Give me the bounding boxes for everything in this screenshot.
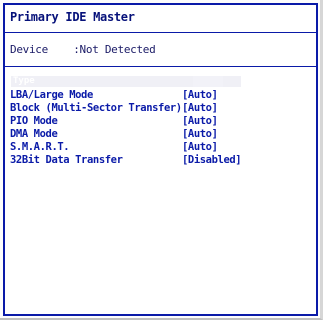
device-value: :Not Detected xyxy=(73,43,156,56)
value-lba-large-mode[interactable]: [Auto] xyxy=(182,89,218,101)
option-dma-mode[interactable]: DMA Mode xyxy=(10,128,58,140)
value-smart[interactable]: [Auto] xyxy=(182,141,218,153)
panel-title: Primary IDE Master xyxy=(10,10,135,24)
bios-window: Primary IDE Master Device :Not Detected … xyxy=(0,0,323,320)
title-divider xyxy=(5,32,316,33)
option-block-transfer[interactable]: Block (Multi-Sector Transfer) xyxy=(10,102,182,114)
option-32bit-transfer[interactable]: 32Bit Data Transfer xyxy=(10,154,123,166)
selected-option-type[interactable]: Type xyxy=(11,76,241,87)
value-dma-mode[interactable]: [Auto] xyxy=(182,128,218,140)
ide-master-panel: Primary IDE Master Device :Not Detected … xyxy=(3,3,318,316)
device-status: Device :Not Detected xyxy=(10,43,156,56)
device-label: Device xyxy=(10,43,48,56)
value-32bit-transfer[interactable]: [Disabled] xyxy=(182,154,242,166)
selected-option-value xyxy=(193,76,223,87)
value-block-transfer[interactable]: [Auto] xyxy=(182,102,218,114)
option-pio-mode[interactable]: PIO Mode xyxy=(10,115,58,127)
device-divider xyxy=(5,66,316,67)
option-lba-large-mode[interactable]: LBA/Large Mode xyxy=(10,89,93,101)
selected-option-label: Type xyxy=(13,76,35,86)
value-pio-mode[interactable]: [Auto] xyxy=(182,115,218,127)
option-smart[interactable]: S.M.A.R.T. xyxy=(10,141,70,153)
